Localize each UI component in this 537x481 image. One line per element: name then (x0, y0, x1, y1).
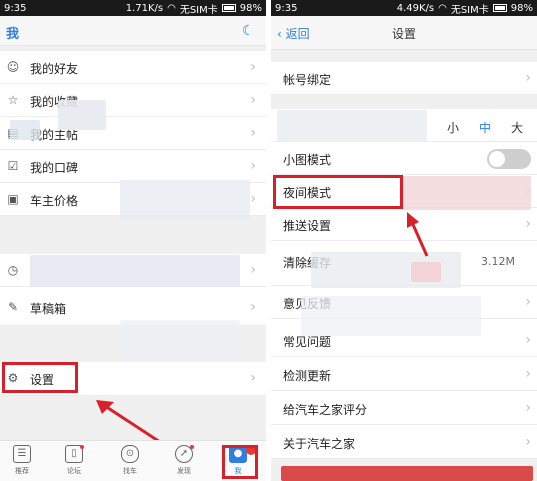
chevron-right-icon: › (525, 216, 531, 232)
tab-forum[interactable]: ▯ 论坛 (54, 445, 94, 476)
profile-screen: 9:35 1.71K/s ◠ 无SIM卡 98% 我 ☾ ☺ 我的好友 › ☆ … (0, 0, 266, 481)
font-size-large[interactable]: 大 (501, 119, 533, 136)
status-bar: 9:35 1.71K/s ◠ 无SIM卡 98% (0, 0, 266, 16)
menu-label: 我的好友 (30, 62, 79, 76)
small-image-toggle[interactable] (487, 149, 531, 169)
privacy-blur (58, 100, 106, 130)
battery-icon (492, 4, 507, 12)
account-binding-row[interactable]: 帐号绑定 › (271, 62, 537, 95)
privacy-blur (301, 296, 481, 336)
network-speed: 4.49K/s (396, 2, 435, 14)
font-size-medium[interactable]: 中 (469, 119, 501, 136)
privacy-blur (277, 110, 427, 142)
night-mode-icon[interactable]: ☾ (242, 23, 258, 39)
chevron-right-icon: › (525, 70, 531, 86)
chevron-right-icon: › (525, 434, 531, 450)
small-image-mode-row: 小图模式 (271, 142, 537, 175)
font-size-small[interactable]: 小 (437, 119, 469, 136)
section-divider (271, 50, 537, 62)
row-label: 推送设置 (283, 219, 332, 233)
battery-level: 98% (510, 2, 533, 14)
wifi-icon: ◠ (438, 2, 447, 14)
settings-screen: 9:35 4.49K/s ◠ 无SIM卡 98% ‹ 返回 设置 帐号绑定 › … (271, 0, 537, 481)
check-update-row[interactable]: 检测更新 › (271, 358, 537, 391)
chevron-right-icon: › (250, 125, 256, 141)
checkbox-icon: ☑ (7, 159, 19, 173)
tab-label: 发现 (177, 467, 191, 475)
tab-label: 论坛 (67, 467, 81, 475)
battery-level: 98% (239, 2, 262, 14)
chevron-right-icon: › (525, 400, 531, 416)
chevron-right-icon: › (525, 294, 531, 310)
arrow-annotation (96, 400, 161, 444)
edit-icon: ✎ (7, 300, 19, 314)
chevron-right-icon: › (250, 262, 256, 278)
privacy-blur (401, 176, 531, 210)
row-label: 小图模式 (283, 153, 332, 167)
privacy-blur (10, 120, 40, 140)
section-divider (0, 216, 266, 254)
row-label: 帐号绑定 (283, 73, 332, 87)
news-icon: ☰ (13, 445, 31, 463)
chevron-right-icon: › (250, 370, 256, 386)
privacy-blur (120, 320, 240, 360)
clock-icon: ◷ (7, 263, 19, 277)
menu-item-favorites[interactable]: ☆ 我的收藏 › (0, 84, 266, 117)
tab-recommend[interactable]: ☰ 推荐 (2, 445, 42, 476)
profile-header: 我 ☾ (0, 16, 266, 46)
row-label: 检测更新 (283, 369, 332, 383)
notification-dot (80, 445, 84, 449)
cache-size: 3.12M (481, 255, 515, 268)
status-time: 9:35 (275, 2, 298, 14)
chevron-right-icon: › (525, 332, 531, 348)
status-bar: 9:35 4.49K/s ◠ 无SIM卡 98% (271, 0, 537, 16)
font-size-selector: 小中大 (437, 119, 533, 136)
battery-icon (221, 4, 236, 12)
page-title: 设置 (391, 27, 416, 41)
menu-label: 草稿箱 (30, 302, 67, 316)
row-label: 给汽车之家评分 (283, 403, 368, 417)
carrier-label: 无SIM卡 (179, 4, 218, 16)
section-divider (271, 95, 537, 109)
highlight-box (273, 175, 403, 209)
privacy-blur (120, 180, 250, 220)
highlight-box (2, 362, 78, 393)
row-label: 关于汽车之家 (283, 437, 356, 451)
highlight-box (222, 445, 258, 479)
privacy-blur (30, 255, 240, 287)
star-icon: ☆ (7, 93, 19, 107)
arrow-annotation (407, 212, 429, 257)
tab-find-car[interactable]: ⊙ 找车 (110, 445, 150, 476)
tab-label: 找车 (123, 467, 137, 475)
chevron-right-icon: › (250, 299, 256, 315)
chevron-right-icon: › (250, 191, 256, 207)
about-row[interactable]: 关于汽车之家 › (271, 426, 537, 459)
logout-button[interactable] (281, 466, 533, 481)
page-title: 我 (6, 27, 20, 42)
settings-header: ‹ 返回 设置 (271, 16, 537, 50)
chevron-right-icon: › (525, 366, 531, 382)
menu-label: 车主价格 (30, 194, 79, 208)
toggle-knob (489, 151, 505, 167)
menu-label: 我的口碑 (30, 161, 79, 175)
status-time: 9:35 (4, 2, 27, 14)
privacy-blur (411, 262, 441, 282)
chevron-right-icon: › (250, 158, 256, 174)
chevron-right-icon: › (250, 92, 256, 108)
price-tag-icon: ▣ (7, 192, 19, 206)
chevron-right-icon: › (250, 59, 256, 75)
tab-discover[interactable]: ➚ 发现 (164, 445, 204, 476)
car-icon: ⊙ (121, 445, 139, 463)
wifi-icon: ◠ (167, 2, 176, 14)
notification-dot (190, 445, 194, 449)
network-speed: 1.71K/s (125, 2, 164, 14)
push-settings-row[interactable]: 推送设置 › (271, 208, 537, 241)
tab-label: 推荐 (15, 467, 29, 475)
menu-item-friends[interactable]: ☺ 我的好友 › (0, 51, 266, 84)
rate-app-row[interactable]: 给汽车之家评分 › (271, 392, 537, 425)
carrier-label: 无SIM卡 (450, 4, 489, 16)
user-icon: ☺ (6, 60, 20, 74)
menu-item-reviews[interactable]: ☑ 我的口碑 › (0, 150, 266, 183)
